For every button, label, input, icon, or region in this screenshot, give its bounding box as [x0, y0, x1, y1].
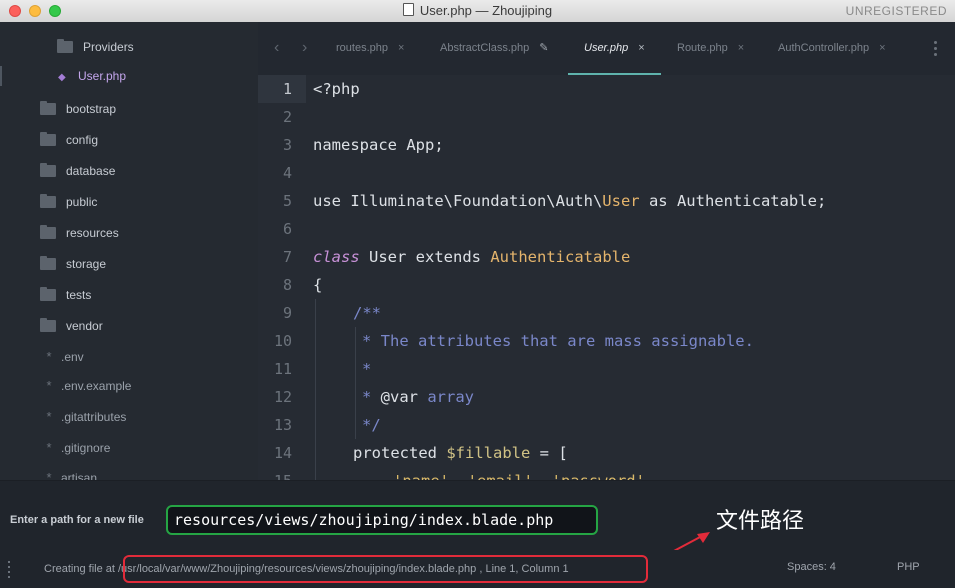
panel-switcher-icon[interactable]: [8, 561, 10, 581]
annotation-arrow-icon: [656, 532, 710, 561]
status-bar: Creating file at /usr/local/var/www/Zhou…: [0, 550, 955, 588]
syntax-setting[interactable]: PHP: [897, 561, 920, 573]
status-highlight-box: [123, 555, 648, 583]
indentation-setting[interactable]: Spaces: 4: [787, 561, 836, 573]
